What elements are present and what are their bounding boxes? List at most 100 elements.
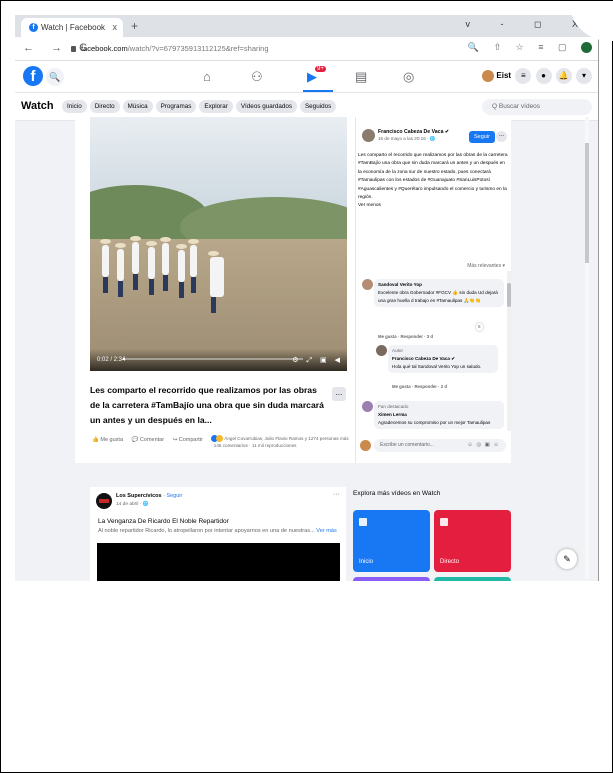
tab-title: Watch | Facebook bbox=[41, 23, 106, 32]
video-person bbox=[188, 239, 199, 293]
gaming-icon[interactable]: ◎ bbox=[403, 69, 414, 85]
author-date[interactable]: 16 de mayo a las 20:16 · 🌐 bbox=[378, 136, 478, 142]
video-search-input[interactable]: Q Buscar vídeos bbox=[482, 99, 592, 115]
extension-icons-text: 🔍 ⇧ ☆ ≡ ▢ bbox=[467, 42, 573, 52]
page-name[interactable]: Los Supercívicos bbox=[116, 493, 162, 499]
watch-badge: 9+ bbox=[315, 66, 326, 72]
marketplace-icon[interactable]: ▤ bbox=[355, 69, 367, 85]
extension-icons[interactable]: 🔍 ⇧ ☆ ≡ ▢ bbox=[467, 42, 592, 54]
facebook-logo[interactable]: f bbox=[23, 66, 43, 86]
comment-avatar[interactable] bbox=[362, 401, 373, 412]
page-avatar[interactable] bbox=[96, 493, 112, 509]
post-text: Al noble repartidor Ricardo, lo atropell… bbox=[98, 528, 348, 534]
comment-author[interactable]: Francisco Cabeza De Vaca ✔ bbox=[392, 355, 494, 363]
tab-inicio[interactable]: Inicio bbox=[62, 100, 87, 113]
follow-link[interactable]: · Seguir bbox=[163, 493, 182, 499]
profile-avatar-icon[interactable] bbox=[581, 42, 592, 54]
tab-directo[interactable]: Directo bbox=[89, 100, 120, 113]
video-person-leg bbox=[118, 281, 123, 297]
panel-more-button[interactable]: ... bbox=[496, 131, 507, 142]
tab-musica[interactable]: Música bbox=[122, 100, 153, 113]
url-path: /watch/?v=679735913112125&ref=sharing bbox=[127, 44, 269, 53]
page-scrollbar[interactable] bbox=[585, 117, 589, 579]
comment-tool-icons[interactable]: ☺ ◎ ▣ ☺ bbox=[467, 442, 500, 448]
explore-tile-next[interactable] bbox=[353, 577, 430, 581]
comment-like-link[interactable]: Me gusta bbox=[378, 334, 397, 339]
comment-avatar[interactable] bbox=[376, 345, 387, 356]
url-field[interactable]: facebook.com/watch/?v=679735913112125&re… bbox=[71, 44, 269, 53]
new-tab-button[interactable]: + bbox=[131, 19, 138, 33]
search-icon[interactable]: 🔍 bbox=[46, 68, 64, 86]
friends-icon[interactable]: ⚇ bbox=[251, 69, 263, 85]
page-frame: f Watch | Facebook x + v - ◻ X ← → C face… bbox=[0, 0, 613, 773]
post-more-button[interactable]: ··· bbox=[333, 491, 340, 498]
post-video[interactable] bbox=[97, 543, 340, 581]
video-control-icons[interactable]: ⚙ ⤢ ▣ ◀ bbox=[292, 356, 343, 365]
write-comment-box: Escribe un comentario... ☺ ◎ ▣ ☺ bbox=[360, 439, 506, 453]
screenshot: f Watch | Facebook x + v - ◻ X ← → C face… bbox=[15, 15, 599, 581]
post-description: Les comparto el recorrido que realizamos… bbox=[358, 152, 508, 211]
video-person bbox=[100, 239, 111, 293]
messenger-icon[interactable]: ● bbox=[535, 68, 552, 84]
tab-seguidos[interactable]: Seguidos bbox=[299, 100, 337, 113]
comments-scrollbar[interactable] bbox=[507, 271, 511, 431]
page-name-line: Los Supercívicos · Seguir bbox=[116, 493, 182, 499]
video-progress-bar[interactable] bbox=[123, 358, 303, 360]
video-progress-fill bbox=[123, 358, 125, 360]
post-title: La Venganza De Ricardo El Noble Repartid… bbox=[98, 518, 229, 525]
home-icon[interactable]: ⌂ bbox=[203, 69, 211, 84]
tab-programas[interactable]: Programas bbox=[155, 100, 197, 113]
like-button[interactable]: 👍 Me gusta bbox=[92, 437, 123, 443]
comment-bubble: Sandoval Verito Yop Excelente obra Gober… bbox=[374, 279, 504, 307]
comment-like-link[interactable]: Me gusta bbox=[392, 384, 411, 389]
profile-name[interactable]: Eist bbox=[496, 71, 511, 80]
tab-videos-guardados[interactable]: Vídeos guardados bbox=[235, 100, 297, 113]
comment-meta: Me gusta · Responder · 2 d bbox=[392, 384, 447, 389]
share-button[interactable]: ↪ Compartir bbox=[173, 437, 203, 443]
comment-author-tag: Autor bbox=[392, 348, 403, 353]
post-date[interactable]: 14 de abril · 🌐 bbox=[116, 502, 149, 507]
window-controls[interactable]: v - ◻ X bbox=[466, 19, 592, 30]
page-scroll-thumb[interactable] bbox=[585, 143, 589, 263]
comment-reply-link[interactable]: Responder bbox=[414, 384, 436, 389]
notifications-icon[interactable]: 🔔 bbox=[555, 68, 572, 84]
video-person-hat bbox=[208, 251, 219, 256]
explore-tile-inicio[interactable]: Inicio bbox=[353, 510, 430, 572]
author-name[interactable]: Francisco Cabeza De Vaca ✔ bbox=[378, 129, 478, 135]
facebook-favicon-icon: f bbox=[29, 23, 38, 33]
comments-scroll-thumb[interactable] bbox=[507, 283, 511, 307]
explore-tile-directo[interactable]: Directo bbox=[434, 510, 511, 572]
comment-input[interactable]: Escribe un comentario... ☺ ◎ ▣ ☺ bbox=[374, 439, 506, 452]
follow-button[interactable]: Seguir bbox=[469, 131, 495, 143]
edit-icon[interactable]: ✎ bbox=[557, 549, 577, 569]
video-person-leg bbox=[179, 282, 184, 298]
tab-explorar[interactable]: Explorar bbox=[199, 100, 233, 113]
video-player[interactable]: 0:02 / 2:34 ⚙ ⤢ ▣ ◀ bbox=[90, 117, 347, 371]
watch-icon[interactable]: ▶ 9+ bbox=[307, 66, 326, 85]
live-tile-icon bbox=[440, 518, 448, 526]
account-menu-icon[interactable]: ▾ bbox=[576, 68, 592, 84]
comment-text: Hola qué tal Sandoval Verito Yop un salu… bbox=[392, 364, 482, 369]
comment-avatar[interactable] bbox=[362, 279, 373, 290]
comment-reply-link[interactable]: Responder bbox=[400, 334, 422, 339]
comment-sort[interactable]: Más relevantes ▾ bbox=[467, 263, 505, 269]
video-person bbox=[160, 237, 171, 291]
comment-reaction-badge[interactable]: 8 bbox=[476, 323, 483, 331]
see-more-link[interactable]: Ver más bbox=[316, 528, 337, 534]
home-tile-icon bbox=[359, 518, 367, 526]
active-nav-indicator bbox=[303, 90, 333, 92]
profile-avatar[interactable] bbox=[482, 69, 495, 82]
author-avatar[interactable] bbox=[362, 129, 375, 142]
see-less-link[interactable]: Ver menos bbox=[358, 203, 381, 208]
tab-close-icon[interactable]: x bbox=[113, 22, 118, 32]
reactions-summary[interactable]: Ángel Covarrubias, Julio Flavio Ramos y … bbox=[211, 435, 351, 449]
comment-text: Excelente obra Gobernador #FGCV 👍 sin du… bbox=[378, 290, 498, 303]
comment-author[interactable]: Ximen Lerma bbox=[378, 411, 500, 419]
comment-3: Fan destacado Ximen Lerma Agradecemos su… bbox=[362, 401, 504, 433]
comment-button[interactable]: 💬 Comentar bbox=[132, 437, 165, 443]
menu-icon[interactable]: ≡ bbox=[515, 68, 532, 84]
video-more-button[interactable]: ... bbox=[332, 387, 346, 401]
browser-tab[interactable]: f Watch | Facebook x bbox=[21, 18, 123, 37]
explore-tile-next[interactable] bbox=[434, 577, 511, 581]
comment-author[interactable]: Sandoval Verito Yop bbox=[378, 281, 500, 289]
